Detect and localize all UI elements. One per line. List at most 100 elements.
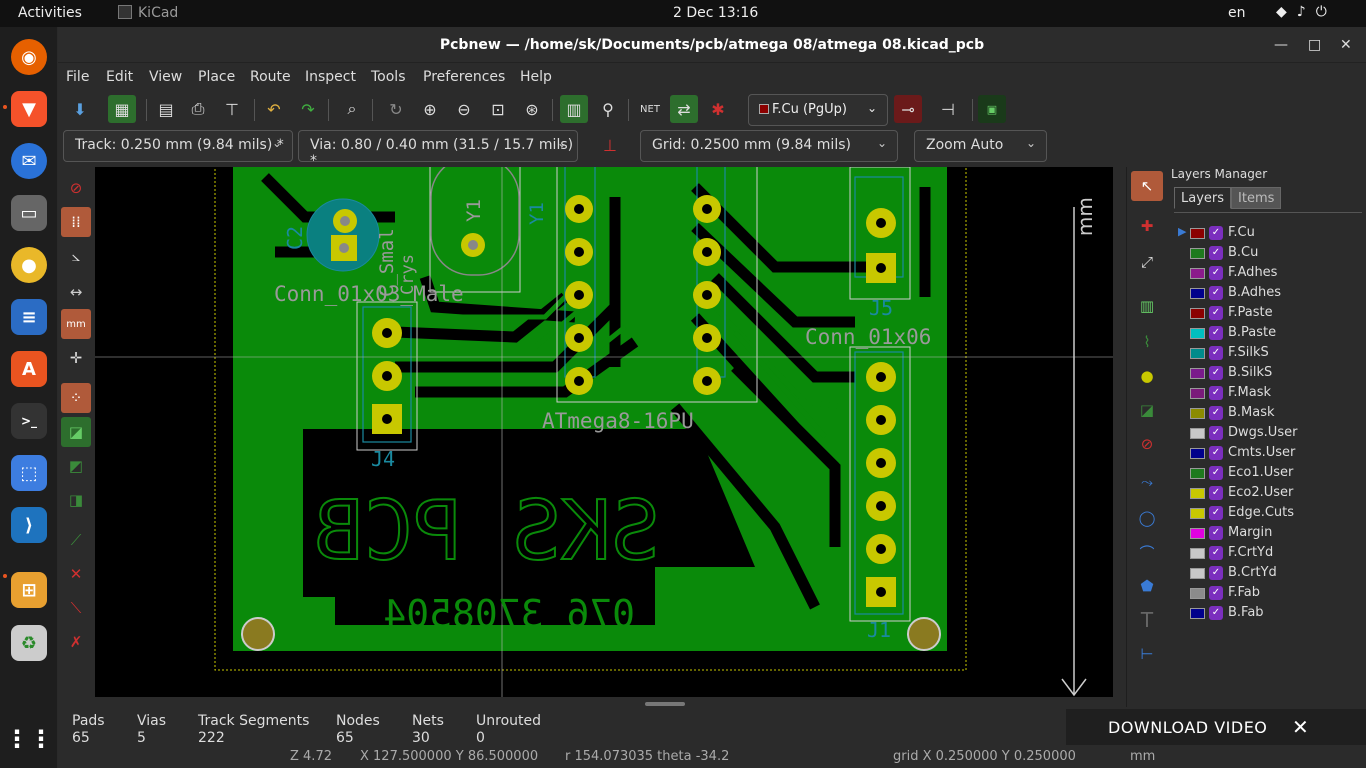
active-app-menu[interactable]: KiCad xyxy=(118,5,178,21)
draw-arc-icon[interactable]: ⌒ xyxy=(1131,537,1163,567)
layer-color-swatch[interactable] xyxy=(1190,368,1205,379)
maximize-button[interactable]: □ xyxy=(1308,27,1321,63)
layer-row[interactable]: ✓ F.Fab xyxy=(1178,583,1358,603)
input-language[interactable]: en xyxy=(1228,5,1246,21)
track-width-select[interactable]: Track: 0.250 mm (9.84 mils) * ⌄ xyxy=(63,130,293,162)
layer-color-swatch[interactable] xyxy=(1190,488,1205,499)
save-board-icon[interactable]: ⬇ xyxy=(66,95,94,123)
layer-visibility-checkbox[interactable]: ✓ xyxy=(1209,506,1223,520)
ratsnest-icon[interactable]: ⁘ xyxy=(61,383,91,413)
draw-line-icon[interactable]: ⤳ xyxy=(1131,467,1163,497)
layer-row[interactable]: ▶ ✓ F.Cu xyxy=(1178,223,1358,243)
layer-color-swatch[interactable] xyxy=(1190,468,1205,479)
minimize-button[interactable]: — xyxy=(1274,27,1288,63)
menu-edit[interactable]: Edit xyxy=(106,69,133,85)
layer-color-swatch[interactable] xyxy=(1190,528,1205,539)
layer-visibility-checkbox[interactable]: ✓ xyxy=(1209,586,1223,600)
layer-visibility-checkbox[interactable]: ✓ xyxy=(1209,246,1223,260)
layer-row[interactable]: ✓ F.Paste xyxy=(1178,303,1358,323)
layer-row[interactable]: ✓ F.Mask xyxy=(1178,383,1358,403)
terminal-icon[interactable]: >_ xyxy=(11,403,47,439)
active-layer-select[interactable]: F.Cu (PgUp) ⌄ xyxy=(748,94,888,126)
zoom-fit-icon[interactable]: ⊡ xyxy=(484,95,512,123)
brave-icon[interactable]: ▼ xyxy=(11,91,47,127)
system-tray[interactable]: ◆♪⏻ xyxy=(1276,4,1337,20)
scripting-console-icon[interactable]: ▣ xyxy=(978,95,1006,123)
scroll-thumb[interactable] xyxy=(645,702,685,706)
layer-row[interactable]: ✓ B.SilkS xyxy=(1178,363,1358,383)
add-zone-icon[interactable]: ◪ xyxy=(1131,395,1163,425)
grid-toggle-icon[interactable]: ⁞⁞ xyxy=(61,207,91,237)
local-ratsnest-icon[interactable]: ⤢ xyxy=(1131,247,1163,277)
layer-visibility-checkbox[interactable]: ✓ xyxy=(1209,286,1223,300)
layer-row[interactable]: ✓ B.CrtYd xyxy=(1178,563,1358,583)
activities-button[interactable]: Activities xyxy=(18,5,82,21)
layer-row[interactable]: ✓ F.CrtYd xyxy=(1178,543,1358,563)
tab-items[interactable]: Items xyxy=(1231,187,1282,209)
add-footprint-icon[interactable]: ▥ xyxy=(1131,291,1163,321)
download-video-bar[interactable]: DOWNLOAD VIDEO ✕ xyxy=(1066,709,1366,745)
layer-visibility-checkbox[interactable]: ✓ xyxy=(1209,426,1223,440)
zoom-select[interactable]: Zoom Auto ⌄ xyxy=(914,130,1047,162)
layer-visibility-checkbox[interactable]: ✓ xyxy=(1209,406,1223,420)
firefox-icon[interactable]: ◉ xyxy=(11,39,47,75)
layer-visibility-checkbox[interactable]: ✓ xyxy=(1209,526,1223,540)
pcb-canvas[interactable]: C2 Conn_01x03_Male C_Smal Crys Y1 Y1 J4 … xyxy=(95,167,1113,697)
layer-visibility-checkbox[interactable]: ✓ xyxy=(1209,366,1223,380)
download-video-label[interactable]: DOWNLOAD VIDEO xyxy=(1108,718,1267,737)
writer-icon[interactable]: ≡ xyxy=(11,299,47,335)
footprint-browser-icon[interactable]: ⚲ xyxy=(594,95,622,123)
layer-color-swatch[interactable] xyxy=(1190,268,1205,279)
menu-tools[interactable]: Tools xyxy=(371,69,406,85)
zoom-in-icon[interactable]: ⊕ xyxy=(416,95,444,123)
contrast-mode-icon[interactable]: ✗ xyxy=(61,627,91,657)
vias-sketch-icon[interactable]: ✕ xyxy=(61,559,91,589)
layer-color-swatch[interactable] xyxy=(1190,508,1205,519)
files-icon[interactable]: ▭ xyxy=(11,195,47,231)
keepout-icon[interactable]: ⊘ xyxy=(1131,429,1163,459)
layer-color-swatch[interactable] xyxy=(1190,428,1205,439)
redraw-icon[interactable]: ↻ xyxy=(382,95,410,123)
menu-preferences[interactable]: Preferences xyxy=(423,69,505,85)
page-settings-icon[interactable]: ▤ xyxy=(152,95,180,123)
redo-icon[interactable]: ↷ xyxy=(294,95,322,123)
menu-view[interactable]: View xyxy=(149,69,182,85)
select-tool-icon[interactable]: ↖ xyxy=(1131,171,1163,201)
print-icon[interactable]: ⎙ xyxy=(184,95,212,123)
thunderbird-icon[interactable]: ✉ xyxy=(11,143,47,179)
layer-color-swatch[interactable] xyxy=(1190,448,1205,459)
zone-outline-icon[interactable]: ◩ xyxy=(61,451,91,481)
auto-track-width-icon[interactable]: ⊥ xyxy=(596,131,624,159)
add-via-icon[interactable]: ● xyxy=(1131,361,1163,391)
close-icon[interactable]: ✕ xyxy=(1292,715,1309,739)
layer-row[interactable]: ✓ Eco1.User xyxy=(1178,463,1358,483)
mm-units-icon[interactable]: mm xyxy=(61,309,91,339)
layer-color-swatch[interactable] xyxy=(1190,568,1205,579)
layer-visibility-checkbox[interactable]: ✓ xyxy=(1209,326,1223,340)
layer-row[interactable]: ✓ Edge.Cuts xyxy=(1178,503,1358,523)
layer-visibility-checkbox[interactable]: ✓ xyxy=(1209,226,1223,240)
polar-coords-icon[interactable]: ⦣ xyxy=(61,241,91,271)
board-setup-icon[interactable]: ▦ xyxy=(108,95,136,123)
layer-visibility-checkbox[interactable]: ✓ xyxy=(1209,566,1223,580)
zone-fill-icon[interactable]: ◨ xyxy=(61,485,91,515)
menu-help[interactable]: Help xyxy=(520,69,552,85)
via-size-select[interactable]: Via: 0.80 / 0.40 mm (31.5 / 15.7 mils) *… xyxy=(298,130,578,169)
layer-row[interactable]: ✓ Dwgs.User xyxy=(1178,423,1358,443)
layer-row[interactable]: ✓ B.Fab xyxy=(1178,603,1358,623)
cursor-shape-icon[interactable]: ✛ xyxy=(61,343,91,373)
plot-icon[interactable]: ⊤ xyxy=(218,95,246,123)
menu-inspect[interactable]: Inspect xyxy=(305,69,356,85)
tab-layers[interactable]: Layers xyxy=(1174,187,1232,209)
draw-polygon-icon[interactable]: ⬟ xyxy=(1131,571,1163,601)
layer-row[interactable]: ✓ Margin xyxy=(1178,523,1358,543)
find-icon[interactable]: ⌕ xyxy=(338,95,366,123)
layer-row[interactable]: ✓ B.Mask xyxy=(1178,403,1358,423)
vscode-icon[interactable]: ⟩ xyxy=(11,507,47,543)
layer-row[interactable]: ✓ Cmts.User xyxy=(1178,443,1358,463)
layer-visibility-checkbox[interactable]: ✓ xyxy=(1209,386,1223,400)
layer-color-swatch[interactable] xyxy=(1190,588,1205,599)
layer-color-swatch[interactable] xyxy=(1190,228,1205,239)
pads-sketch-icon[interactable]: ⟋ xyxy=(61,525,91,555)
layer-row[interactable]: ✓ B.Cu xyxy=(1178,243,1358,263)
